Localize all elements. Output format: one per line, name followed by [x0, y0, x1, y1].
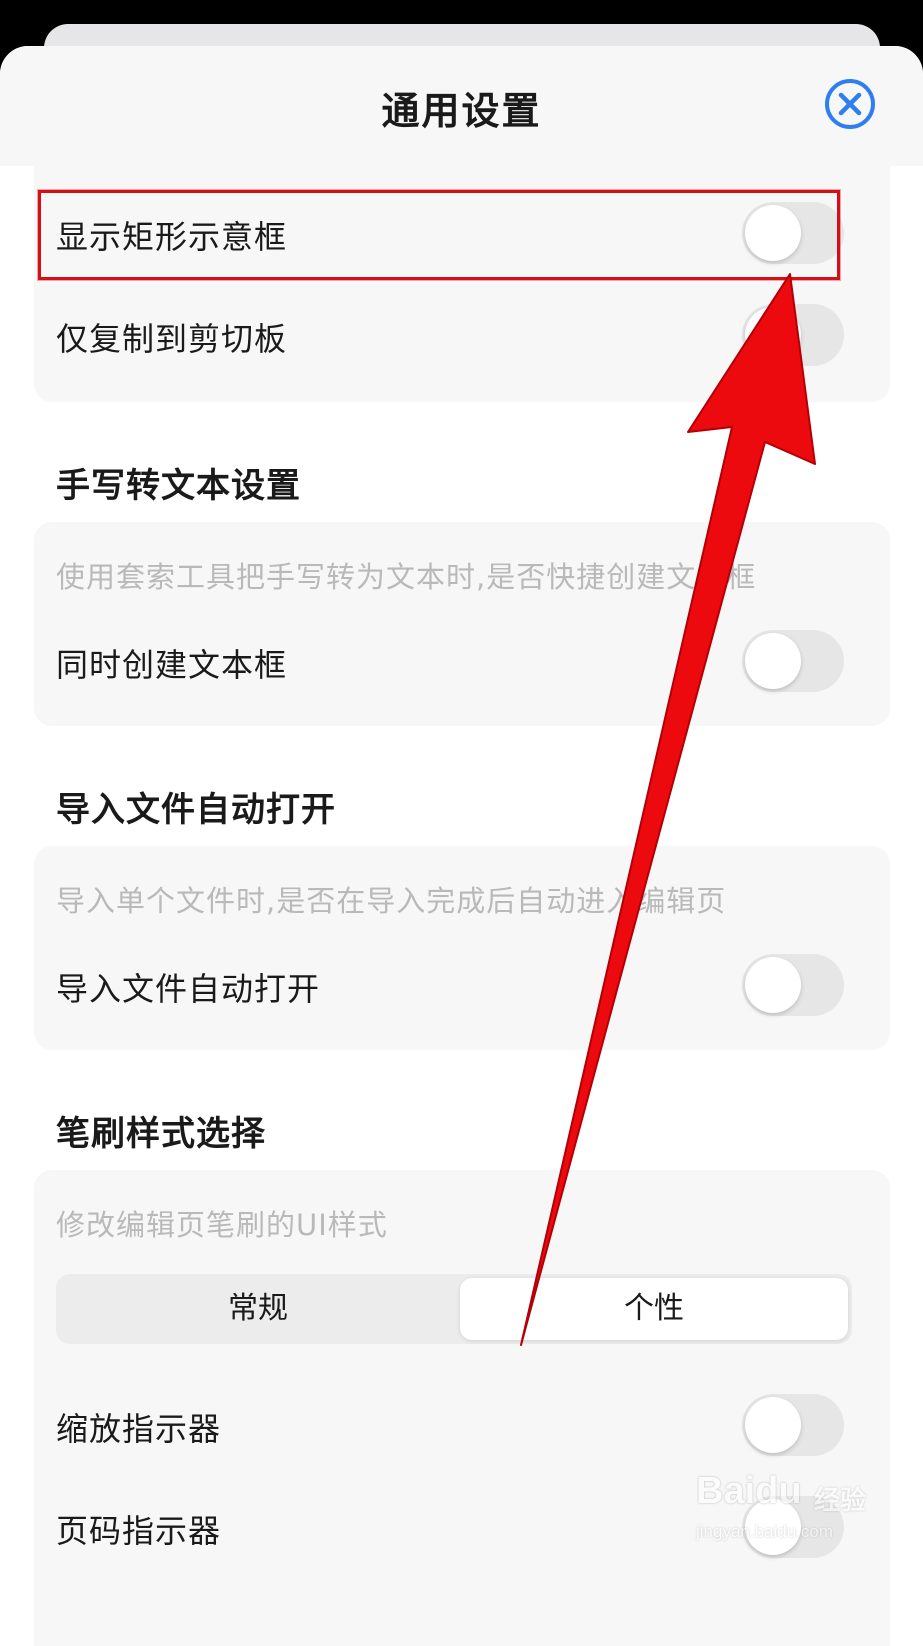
show-rect-toggle[interactable] [742, 202, 844, 264]
handwriting-card: 使用套索工具把手写转为文本时,是否快捷创建文本框 同时创建文本框 [34, 522, 890, 726]
close-circle-icon [825, 79, 875, 129]
copy-clipboard-toggle[interactable] [742, 304, 844, 366]
create-textbox-label: 同时创建文本框 [56, 646, 288, 684]
import-auto-open-label: 导入文件自动打开 [56, 970, 321, 1008]
segment-personal[interactable]: 个性 [460, 1278, 848, 1340]
brush-style-segmented-control: 常规 个性 [56, 1274, 852, 1344]
create-textbox-toggle[interactable] [742, 630, 844, 692]
toggle-knob [745, 1397, 801, 1453]
page-title: 通用设置 [381, 89, 542, 133]
brush-description: 修改编辑页笔刷的UI样式 [56, 1208, 388, 1242]
section-title-brush: 笔刷样式选择 [56, 1114, 266, 1154]
page-indicator-toggle[interactable] [742, 1496, 844, 1558]
section-title-handwriting: 手写转文本设置 [56, 466, 301, 506]
close-button[interactable] [824, 78, 876, 130]
page-indicator-label: 页码指示器 [56, 1512, 222, 1550]
import-auto-open-toggle[interactable] [742, 954, 844, 1016]
toggle-knob [745, 307, 801, 363]
general-card: 显示矩形示意框 仅复制到剪切板 [34, 146, 890, 402]
zoom-indicator-label: 缩放指示器 [56, 1410, 222, 1448]
section-title-import: 导入文件自动打开 [56, 790, 336, 830]
import-card: 导入单个文件时,是否在导入完成后自动进入编辑页 导入文件自动打开 [34, 846, 890, 1050]
brush-card: 修改编辑页笔刷的UI样式 常规 个性 缩放指示器 页码指示器 [34, 1170, 890, 1646]
settings-sheet: 通用设置 显示矩形示意框 仅复制到剪切板 手写转文本设置 使用套索工具把手写转为… [0, 46, 923, 1646]
toggle-knob [745, 633, 801, 689]
toggle-knob [745, 205, 801, 261]
handwriting-description: 使用套索工具把手写转为文本时,是否快捷创建文本框 [56, 560, 757, 594]
import-description: 导入单个文件时,是否在导入完成后自动进入编辑页 [56, 884, 727, 918]
toggle-knob [745, 1499, 801, 1555]
segment-normal[interactable]: 常规 [60, 1278, 456, 1340]
show-rect-label: 显示矩形示意框 [56, 218, 288, 256]
zoom-indicator-toggle[interactable] [742, 1394, 844, 1456]
sheet-header: 通用设置 [0, 46, 923, 166]
toggle-knob [745, 957, 801, 1013]
copy-clipboard-label: 仅复制到剪切板 [56, 320, 288, 358]
